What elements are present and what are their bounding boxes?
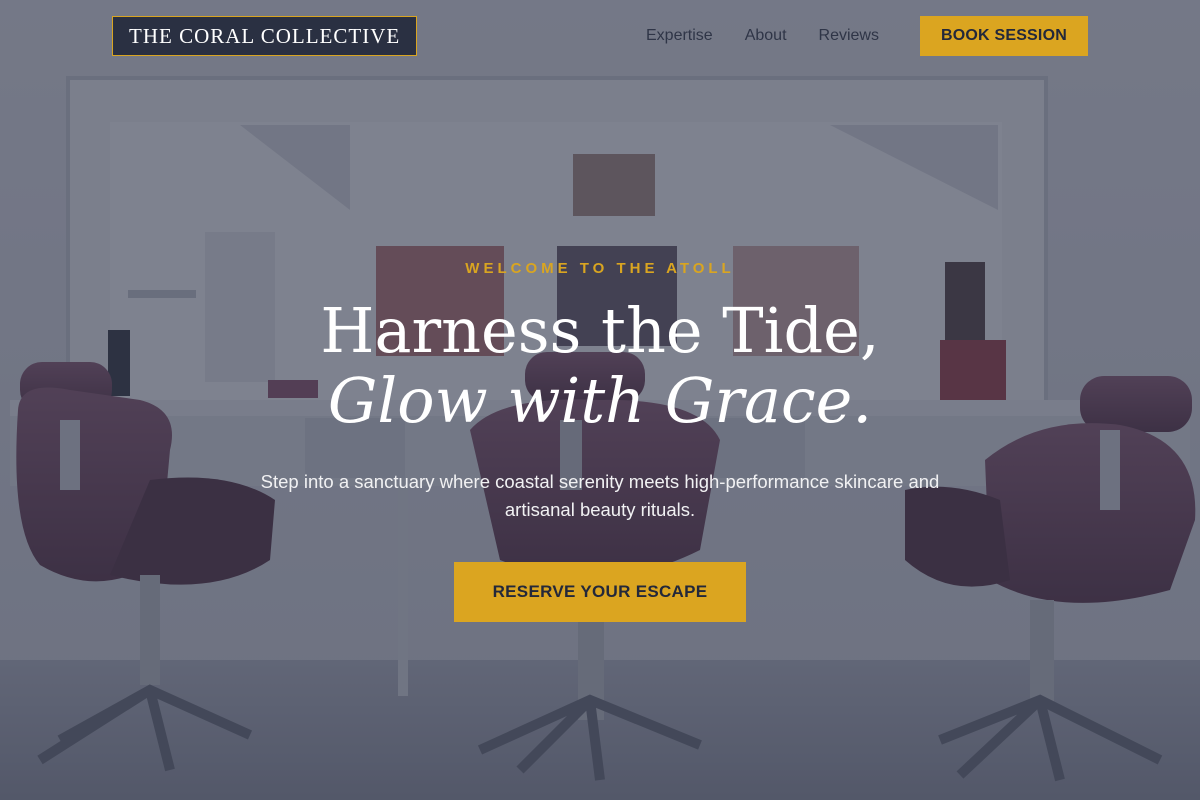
headline-line-2: Glow with Grace.	[327, 364, 873, 437]
hero-subtext: Step into a sanctuary where coastal sere…	[260, 471, 940, 520]
nav-link-about[interactable]: About	[745, 27, 787, 45]
nav-link-reviews[interactable]: Reviews	[819, 27, 879, 45]
headline-line-1: Harness the Tide,	[320, 294, 880, 367]
brand-logo[interactable]: THE CORAL COLLECTIVE	[112, 16, 418, 56]
hero-eyebrow: WELCOME TO THE ATOLL	[465, 260, 735, 277]
nav-link-expertise[interactable]: Expertise	[646, 27, 713, 45]
hero-headline: Harness the Tide, Glow with Grace.	[0, 300, 1200, 432]
main-nav: Expertise About Reviews	[630, 16, 895, 56]
reserve-escape-button[interactable]: RESERVE YOUR ESCAPE	[454, 562, 746, 622]
book-session-button[interactable]: BOOK SESSION	[920, 16, 1088, 56]
hero-section: THE CORAL COLLECTIVE Expertise About Rev…	[0, 0, 1200, 800]
